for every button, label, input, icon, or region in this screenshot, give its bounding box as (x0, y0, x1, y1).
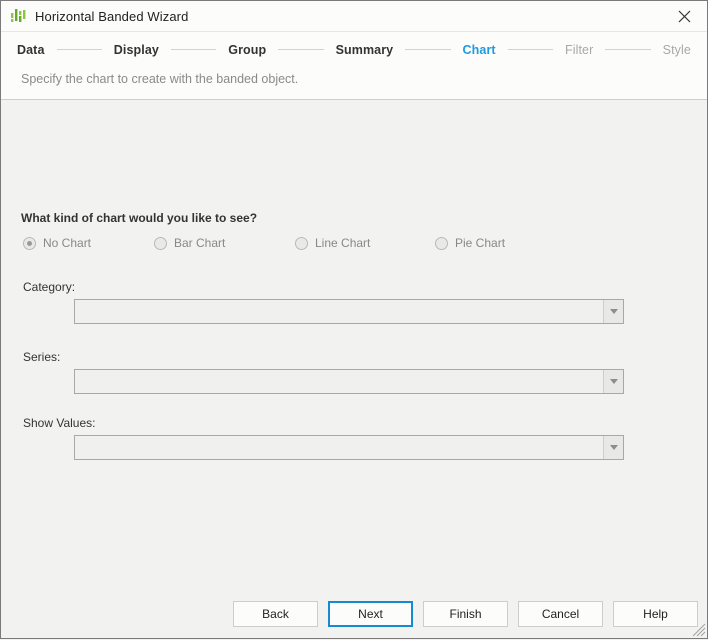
label-series: Series: (23, 350, 60, 364)
finish-button[interactable]: Finish (423, 601, 508, 627)
content-panel: What kind of chart would you like to see… (1, 100, 707, 638)
next-button[interactable]: Next (328, 601, 413, 627)
step-separator (57, 49, 102, 50)
radio-line-chart[interactable]: Line Chart (295, 234, 370, 252)
cancel-button[interactable]: Cancel (518, 601, 603, 627)
radio-label-pie-chart: Pie Chart (455, 236, 505, 250)
bar-chart-icon (9, 7, 27, 25)
step-chart[interactable]: Chart (463, 43, 496, 57)
step-summary[interactable]: Summary (336, 43, 394, 57)
radio-indicator-icon (154, 237, 167, 250)
step-separator (605, 49, 650, 50)
series-dropdown[interactable] (74, 369, 624, 394)
radio-indicator-icon (23, 237, 36, 250)
resize-grip-icon[interactable] (690, 621, 706, 637)
radio-pie-chart[interactable]: Pie Chart (435, 234, 505, 252)
label-show-values: Show Values: (23, 416, 96, 430)
wizard-window: Horizontal Banded Wizard Data Display Gr… (0, 0, 708, 639)
step-group[interactable]: Group (228, 43, 266, 57)
step-separator (171, 49, 216, 50)
step-filter[interactable]: Filter (565, 43, 593, 57)
title-bar: Horizontal Banded Wizard (1, 1, 707, 32)
category-dropdown[interactable] (74, 299, 624, 324)
chart-type-radio-group: No Chart Bar Chart Line Chart Pie Chart (23, 234, 543, 252)
button-bar: Back Next Finish Cancel Help (1, 589, 707, 638)
radio-indicator-icon (295, 237, 308, 250)
step-style[interactable]: Style (663, 43, 691, 57)
back-button[interactable]: Back (233, 601, 318, 627)
breadcrumb: Data Display Group Summary Chart Filter … (1, 32, 707, 62)
radio-indicator-icon (435, 237, 448, 250)
close-icon[interactable] (661, 1, 707, 31)
window-title: Horizontal Banded Wizard (35, 9, 188, 24)
page-description: Specify the chart to create with the ban… (1, 62, 707, 99)
show-values-dropdown[interactable] (74, 435, 624, 460)
chevron-down-icon[interactable] (603, 370, 623, 393)
radio-bar-chart[interactable]: Bar Chart (154, 234, 225, 252)
chevron-down-icon[interactable] (603, 300, 623, 323)
wizard-header: Data Display Group Summary Chart Filter … (1, 32, 707, 100)
series-dropdown-value (75, 370, 603, 393)
radio-label-no-chart: No Chart (43, 236, 91, 250)
radio-no-chart[interactable]: No Chart (23, 234, 91, 252)
step-data[interactable]: Data (17, 43, 45, 57)
radio-label-line-chart: Line Chart (315, 236, 370, 250)
step-display[interactable]: Display (114, 43, 159, 57)
show-values-dropdown-value (75, 436, 603, 459)
help-button[interactable]: Help (613, 601, 698, 627)
step-separator (278, 49, 323, 50)
chart-type-question: What kind of chart would you like to see… (21, 211, 257, 225)
radio-label-bar-chart: Bar Chart (174, 236, 225, 250)
category-dropdown-value (75, 300, 603, 323)
label-category: Category: (23, 280, 75, 294)
step-separator (508, 49, 553, 50)
step-separator (405, 49, 450, 50)
chevron-down-icon[interactable] (603, 436, 623, 459)
